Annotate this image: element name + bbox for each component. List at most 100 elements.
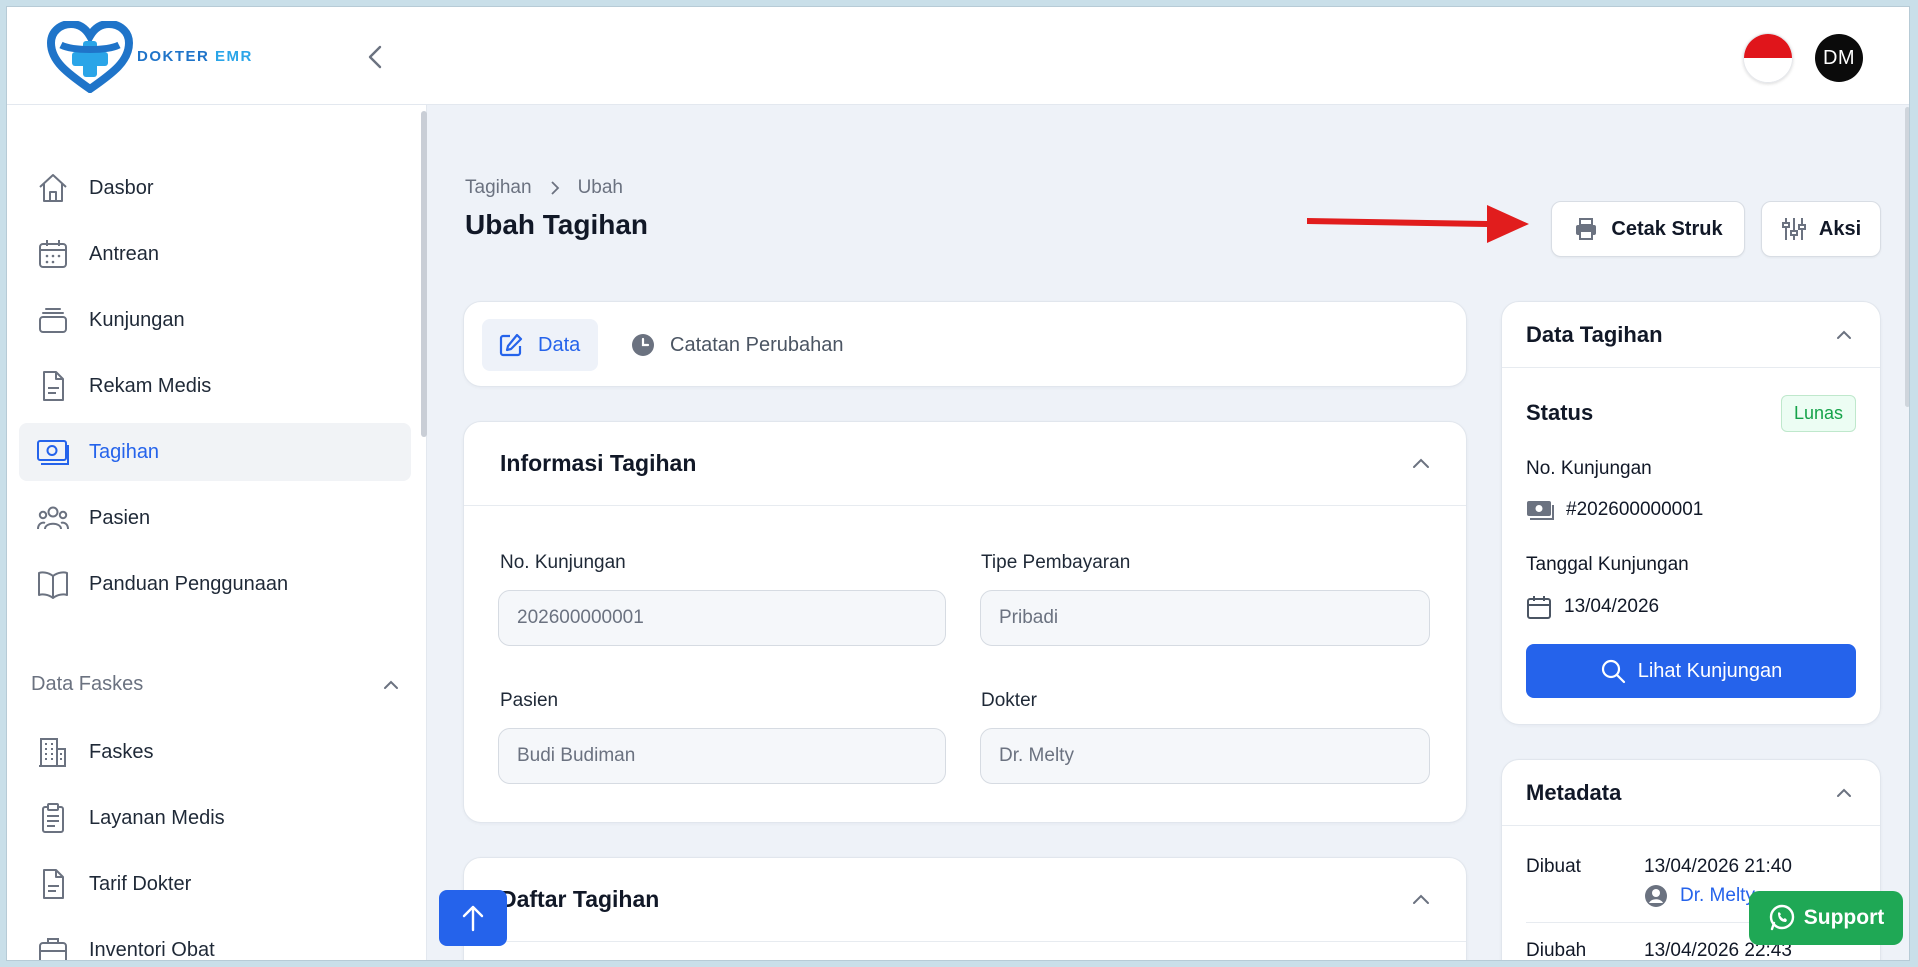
sidebar-item-label: Tagihan — [89, 440, 160, 463]
view-visit-button-label: Lihat Kunjungan — [1637, 659, 1783, 682]
arrow-up-icon — [462, 905, 484, 932]
red-arrow-annotation — [1307, 205, 1529, 243]
building-icon — [35, 734, 71, 770]
dokter-label: Dokter — [981, 690, 1037, 711]
actions-button[interactable]: Aksi — [1761, 201, 1881, 257]
print-button-label: Cetak Struk — [1611, 217, 1723, 240]
banknote-icon — [1527, 501, 1554, 520]
logo-icon — [47, 21, 133, 93]
sliders-icon — [1781, 216, 1807, 242]
scroll-to-top-button[interactable] — [439, 890, 507, 946]
sidebar-item-label: Layanan Medis — [89, 806, 225, 829]
sidebar-item-tagihan[interactable]: Tagihan — [19, 423, 411, 481]
chevron-up-icon — [384, 680, 398, 689]
app-window: DOKTER EMR DM Dasbor Antrean Kunjungan R… — [6, 6, 1910, 961]
sidebar-section-data-faskes[interactable]: Data Faskes — [31, 673, 401, 696]
tab-data[interactable]: Data — [482, 319, 599, 371]
user-circle-icon — [1645, 885, 1667, 907]
page-title: Ubah Tagihan — [465, 209, 649, 240]
metadata-header[interactable]: Metadata — [1502, 760, 1880, 826]
sidebar-item-faskes[interactable]: Faskes — [19, 723, 411, 781]
status-badge: Lunas — [1780, 395, 1856, 432]
book-icon — [35, 566, 71, 602]
tab-change-log[interactable]: Catatan Perubahan — [614, 319, 861, 371]
print-receipt-button[interactable]: Cetak Struk — [1551, 201, 1745, 257]
search-icon — [1600, 658, 1626, 684]
sidebar-item-layanan-medis[interactable]: Layanan Medis — [19, 789, 411, 847]
billing-list-card: Daftar Tagihan — [463, 857, 1467, 960]
sidebar-item-label: Panduan Penggunaan — [89, 572, 289, 595]
created-value: 13/04/2026 21:40 — [1644, 856, 1792, 877]
sidebar-item-label: Pasien — [89, 506, 151, 529]
billing-data-card: Data Tagihan Status Lunas No. Kunjungan … — [1501, 301, 1881, 725]
no-kunjungan-field[interactable] — [498, 590, 946, 646]
section-title-label: Data Faskes — [31, 673, 144, 695]
billing-info-header[interactable]: Informasi Tagihan — [464, 422, 1466, 506]
tanggal-kunjungan-value: 13/04/2026 — [1564, 596, 1660, 617]
chevron-up-icon[interactable] — [1410, 453, 1432, 475]
pasien-label: Pasien — [500, 690, 559, 711]
banknote-icon — [35, 434, 71, 470]
card-title: Metadata — [1526, 779, 1622, 805]
sidebar-item-antrean[interactable]: Antrean — [19, 225, 411, 283]
chevron-left-icon[interactable] — [362, 43, 390, 71]
sidebar-item-label: Faskes — [89, 740, 154, 763]
flag-white — [1744, 58, 1792, 82]
tanggal-kunjungan-label: Tanggal Kunjungan — [1526, 554, 1689, 575]
created-by-link[interactable]: Dr. Melty — [1680, 885, 1755, 907]
clock-icon — [630, 332, 656, 358]
tipe-pembayaran-label: Tipe Pembayaran — [981, 552, 1131, 573]
document-icon — [35, 866, 71, 902]
sidebar-item-label: Antrean — [89, 242, 160, 265]
chevron-up-icon[interactable] — [1834, 783, 1854, 803]
billing-list-header[interactable]: Daftar Tagihan — [464, 858, 1466, 942]
tab-label: Data — [538, 333, 581, 356]
stack-icon — [35, 302, 71, 338]
dokter-field[interactable] — [980, 728, 1430, 784]
sidebar-item-tarif-dokter[interactable]: Tarif Dokter — [19, 855, 411, 913]
no-kunjungan-label: No. Kunjungan — [500, 552, 626, 573]
sidebar-item-kunjungan[interactable]: Kunjungan — [19, 291, 411, 349]
sidebar-item-inventori-obat[interactable]: Inventori Obat — [19, 921, 411, 960]
created-label: Dibuat — [1526, 856, 1581, 877]
chevron-up-icon[interactable] — [1834, 325, 1854, 345]
tabs-card: Data Catatan Perubahan — [463, 301, 1467, 387]
home-icon — [35, 170, 71, 206]
sidebar-item-rekam-medis[interactable]: Rekam Medis — [19, 357, 411, 415]
sidebar: Dasbor Antrean Kunjungan Rekam Medis Tag… — [7, 105, 427, 960]
breadcrumb: Tagihan Ubah — [465, 177, 623, 199]
document-icon — [35, 368, 71, 404]
tanggal-kunjungan-value-row: 13/04/2026 — [1526, 594, 1659, 620]
support-button[interactable]: Support — [1749, 891, 1903, 945]
sidebar-item-label: Rekam Medis — [89, 374, 212, 397]
edit-icon — [498, 332, 524, 358]
top-header: DOKTER EMR DM — [7, 7, 1909, 105]
whatsapp-icon — [1768, 904, 1796, 932]
chevron-up-icon[interactable] — [1410, 889, 1432, 911]
created-by-row[interactable]: Dr. Melty — [1644, 884, 1755, 908]
sidebar-item-pasien[interactable]: Pasien — [19, 489, 411, 547]
sidebar-item-label: Tarif Dokter — [89, 872, 192, 895]
updated-label: Diubah — [1526, 940, 1587, 961]
sidebar-item-dasbor[interactable]: Dasbor — [19, 159, 411, 217]
tipe-pembayaran-field[interactable] — [980, 590, 1430, 646]
flag-red — [1744, 34, 1792, 58]
card-title: Daftar Tagihan — [500, 886, 660, 912]
brand-name: DOKTER EMR — [137, 48, 253, 65]
sidebar-item-panduan[interactable]: Panduan Penggunaan — [19, 555, 411, 613]
sidebar-scrollbar[interactable] — [421, 111, 427, 437]
card-title: Informasi Tagihan — [500, 450, 697, 476]
printer-icon — [1573, 216, 1599, 242]
support-button-label: Support — [1803, 906, 1885, 929]
view-visit-button[interactable]: Lihat Kunjungan — [1526, 644, 1856, 698]
breadcrumb-parent-link[interactable]: Tagihan — [465, 177, 532, 199]
pasien-field[interactable] — [498, 728, 946, 784]
tab-label: Catatan Perubahan — [670, 333, 844, 356]
main-scrollbar[interactable] — [1905, 107, 1909, 407]
actions-button-label: Aksi — [1818, 217, 1862, 240]
users-icon — [35, 500, 71, 536]
billing-data-header[interactable]: Data Tagihan — [1502, 302, 1880, 368]
language-flag-button[interactable] — [1743, 33, 1793, 83]
avatar[interactable]: DM — [1815, 34, 1863, 82]
calendar-icon — [35, 236, 71, 272]
